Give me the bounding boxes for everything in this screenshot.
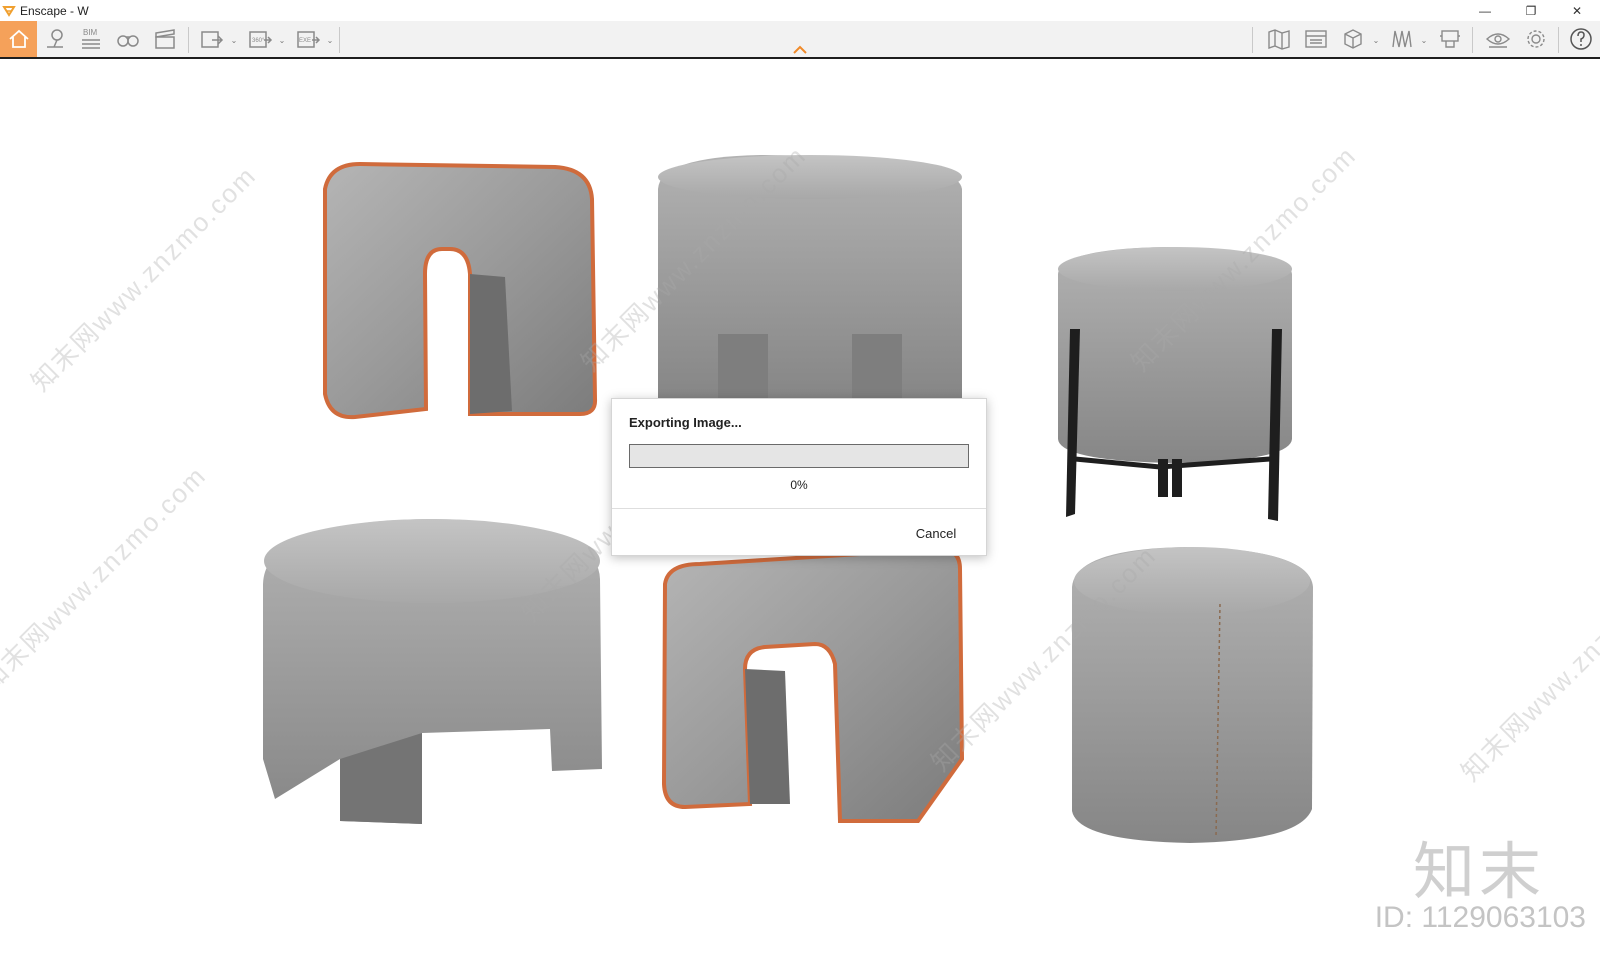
u-stool-velvet-1 <box>323 161 598 420</box>
enscape-logo-icon <box>2 5 16 17</box>
panorama-360-icon: 360° <box>249 31 273 48</box>
visual-settings-button[interactable] <box>1480 21 1516 57</box>
cube-icon <box>1344 29 1362 49</box>
image-export-icon <box>201 31 224 48</box>
eye-icon <box>1485 33 1511 48</box>
exe-export-icon: EXE <box>297 31 321 48</box>
binoculars-icon <box>117 35 139 47</box>
dialog-title: Exporting Image... <box>629 415 742 430</box>
vr-headset-button[interactable] <box>110 21 146 57</box>
screenshot-export-button[interactable] <box>194 21 230 57</box>
general-settings-button[interactable] <box>1518 21 1554 57</box>
home-icon <box>8 29 29 48</box>
sketch-icon <box>1392 30 1412 48</box>
title-bar: Enscape - W — ❐ ✕ <box>0 0 1600 21</box>
help-icon <box>1570 28 1592 50</box>
minimize-button[interactable]: — <box>1462 0 1508 21</box>
restore-button[interactable]: ❐ <box>1508 0 1554 21</box>
exe-export-button[interactable]: EXE <box>290 21 326 57</box>
sketch-mode-dropdown[interactable]: ⌄ <box>1420 23 1428 57</box>
home-button[interactable] <box>0 21 37 57</box>
cancel-button[interactable]: Cancel <box>900 519 972 547</box>
clapperboard-icon <box>155 29 175 49</box>
materials-dropdown[interactable]: ⌄ <box>1372 23 1380 57</box>
collaboration-button[interactable] <box>1432 21 1468 57</box>
progress-percent: 0% <box>790 478 808 492</box>
square-stool-linen-1 <box>658 155 962 399</box>
toolbar-separator <box>1472 27 1473 53</box>
export-progress-dialog: Exporting Image... 0% Cancel <box>611 398 987 556</box>
window-title: Enscape - W <box>20 3 89 18</box>
round-stool-with-legs <box>1058 247 1292 521</box>
close-button[interactable]: ✕ <box>1554 0 1600 21</box>
help-button[interactable] <box>1563 21 1599 57</box>
screenshot-export-dropdown[interactable]: ⌄ <box>230 23 238 57</box>
panorama-export-dropdown[interactable]: ⌄ <box>278 23 286 57</box>
map-button[interactable] <box>1261 21 1297 57</box>
bim-icon: BIM <box>82 28 100 49</box>
materials-button[interactable] <box>1335 21 1371 57</box>
toolbar-separator <box>339 27 340 53</box>
brand-watermark: 知末 <box>1412 835 1545 908</box>
panorama-export-button[interactable]: 360° <box>242 21 278 57</box>
gear-icon <box>1527 30 1545 48</box>
location-pin-icon <box>47 29 63 48</box>
video-editor-button[interactable] <box>147 21 183 57</box>
views-button[interactable] <box>37 21 73 57</box>
toolbar-separator <box>188 27 189 53</box>
toolbar-separator <box>1252 27 1253 53</box>
sketch-mode-button[interactable] <box>1384 21 1420 57</box>
map-icon <box>1268 29 1290 50</box>
export-progress-bar <box>629 444 969 468</box>
exe-export-dropdown[interactable]: ⌄ <box>326 23 334 57</box>
collaboration-icon <box>1440 30 1460 48</box>
exe-label: EXE <box>299 38 311 44</box>
toolbar-separator <box>1558 27 1559 53</box>
asset-library-button[interactable] <box>1298 21 1334 57</box>
asset-library-icon <box>1305 30 1327 48</box>
bim-label: BIM <box>83 28 98 37</box>
collapse-toolbar-icon[interactable] <box>791 43 809 57</box>
u-stool-velvet-2 <box>661 546 965 823</box>
panorama-label: 360° <box>252 38 265 44</box>
main-toolbar: BIM ⌄ 360° ⌄ EXE ⌄ ⌄ ⌄ <box>0 21 1600 59</box>
dialog-divider <box>612 508 986 509</box>
window-controls: — ❐ ✕ <box>1462 0 1600 21</box>
bim-button[interactable]: BIM <box>73 21 109 57</box>
image-id-watermark: ID: 1129063103 <box>1374 901 1586 934</box>
